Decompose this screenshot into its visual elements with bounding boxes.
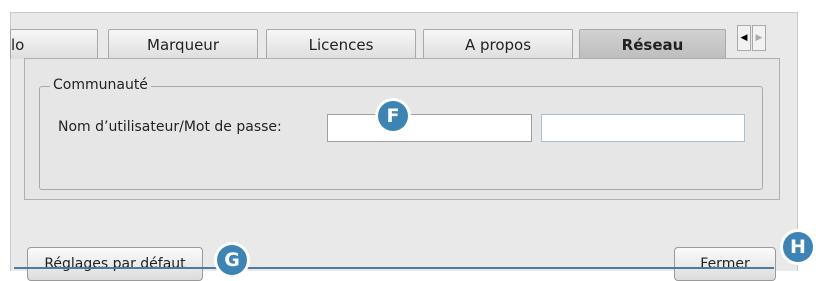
triangle-right-icon: ▶ <box>755 33 763 43</box>
triangle-left-icon: ◀ <box>740 33 748 43</box>
tab-partial[interactable]: lo <box>10 29 98 59</box>
tab-bar: lo Marqueur Licences A propos Réseau <box>10 29 784 59</box>
community-group-title: Communauté <box>50 77 151 93</box>
password-field[interactable] <box>541 114 745 142</box>
tab-label: Licences <box>308 35 374 54</box>
tab-scroll-right-button[interactable]: ▶ <box>752 25 766 51</box>
credentials-label: Nom d’utilisateur/Mot de passe: <box>58 119 282 135</box>
tab-licences[interactable]: Licences <box>266 29 416 59</box>
defaults-button[interactable]: Réglages par défaut <box>27 247 203 281</box>
callout-marker-f: F <box>378 101 408 131</box>
close-button[interactable]: Fermer <box>674 247 776 281</box>
tab-a-propos[interactable]: A propos <box>423 29 573 59</box>
callout-marker-h: H <box>783 232 813 262</box>
tab-label: Marqueur <box>147 35 219 54</box>
window-bottom-edge <box>14 267 774 269</box>
tab-label: A propos <box>464 35 532 54</box>
tab-reseau[interactable]: Réseau <box>579 29 726 59</box>
tab-marqueur[interactable]: Marqueur <box>108 29 258 59</box>
tab-label: lo <box>11 35 25 54</box>
close-button-label: Fermer <box>700 256 750 272</box>
tab-label: Réseau <box>621 35 684 54</box>
callout-marker-g: G <box>217 245 247 275</box>
username-field[interactable] <box>327 114 532 142</box>
tab-scroll-left-button[interactable]: ◀ <box>737 25 751 51</box>
defaults-button-label: Réglages par défaut <box>44 256 186 272</box>
